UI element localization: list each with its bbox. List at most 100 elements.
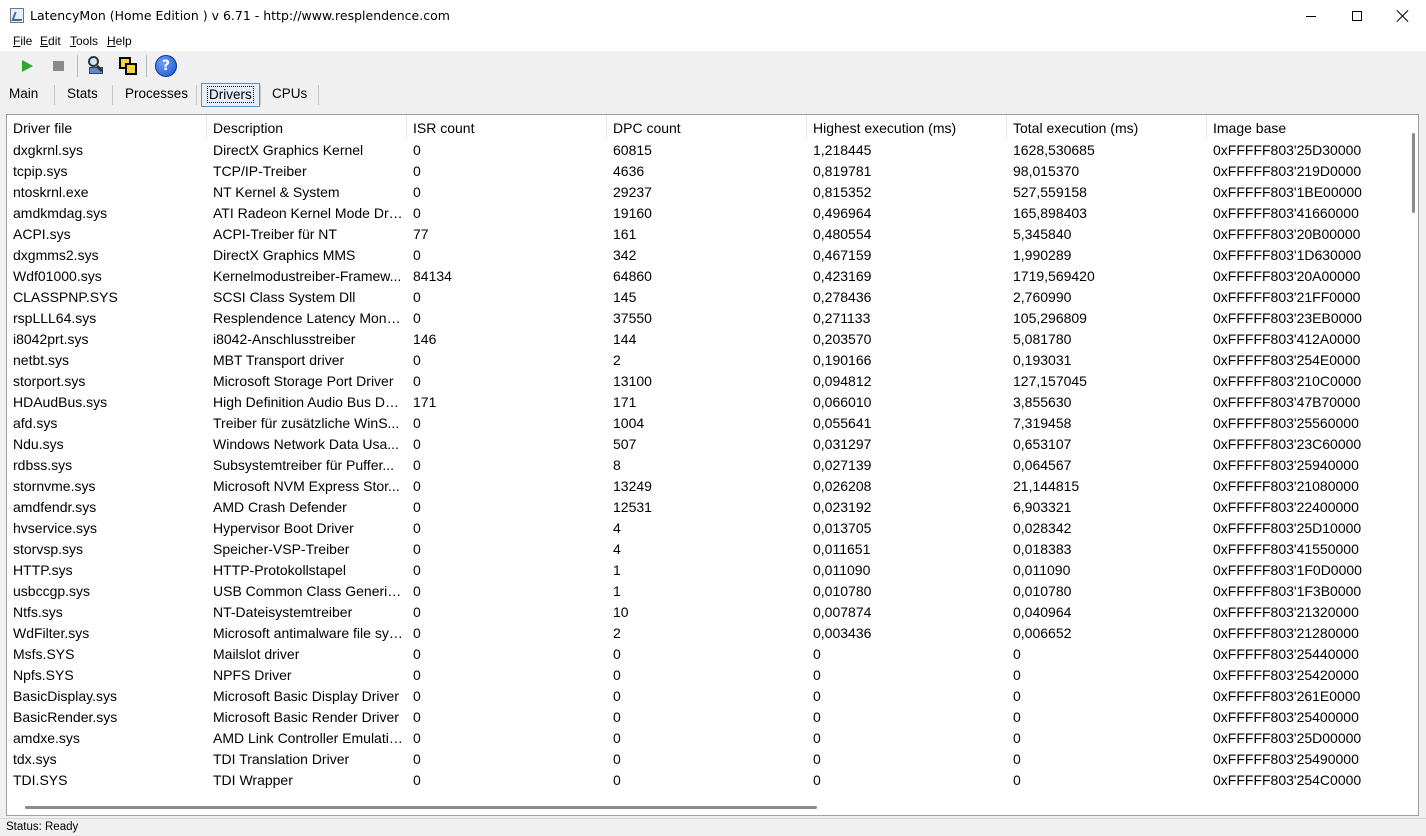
table-row[interactable]: rspLLL64.sys Resplendence Latency Monit..… <box>7 308 1407 329</box>
cell-total-execution: 5,345840 <box>1013 226 1072 242</box>
cell-driver-file: BasicDisplay.sys <box>13 688 117 704</box>
drivers-list[interactable]: Driver file Description ISR count DPC count… <box>6 114 1419 816</box>
table-row[interactable]: TDI.SYS TDI Wrapper 0 0 0 0 0xFFFFF803'254C000… <box>7 770 1407 791</box>
cell-isr-count: 0 <box>413 730 421 746</box>
cell-dpc-count: 1 <box>613 583 621 599</box>
cell-image-base: 0xFFFFF803'41550000 <box>1213 541 1359 557</box>
cell-driver-file: WdFilter.sys <box>13 625 90 641</box>
table-row[interactable]: amdxe.sys AMD Link Controller Emulation 0 0… <box>7 728 1407 749</box>
table-row[interactable]: tcpip.sys TCP/IP-Treiber 0 4636 0,819781 98,0… <box>7 161 1407 182</box>
cell-total-execution: 0 <box>1013 751 1021 767</box>
table-row[interactable]: amdkmdag.sys ATI Radeon Kernel Mode Dri..… <box>7 203 1407 224</box>
column-header-driver-file[interactable]: Driver file <box>7 115 207 139</box>
table-row[interactable]: BasicDisplay.sys Microsoft Basic Display … <box>7 686 1407 707</box>
tab-cpus[interactable]: CPUs <box>267 83 312 107</box>
help-button[interactable]: ? <box>154 54 178 78</box>
find-driver-button[interactable] <box>84 54 108 78</box>
table-row[interactable]: hvservice.sys Hypervisor Boot Driver 0 4 0,0… <box>7 518 1407 539</box>
windows-button[interactable] <box>116 54 140 78</box>
table-row[interactable]: dxgmms2.sys DirectX Graphics MMS 0 342 0,467… <box>7 245 1407 266</box>
table-row[interactable]: ACPI.sys ACPI-Treiber für NT 77 161 0,480554… <box>7 224 1407 245</box>
start-button[interactable] <box>14 54 38 78</box>
cell-description: AMD Link Controller Emulation <box>213 730 405 746</box>
column-header-description[interactable]: Description <box>207 115 407 139</box>
tab-stats[interactable]: Stats <box>62 83 103 107</box>
table-row[interactable]: BasicRender.sys Microsoft Basic Render Dr… <box>7 707 1407 728</box>
table-row[interactable]: storvsp.sys Speicher-VSP-Treiber 0 4 0,01165… <box>7 539 1407 560</box>
table-body: dxgkrnl.sys DirectX Graphics Kernel 0 60815… <box>7 140 1407 791</box>
table-row[interactable]: amdfendr.sys AMD Crash Defender 0 12531 0,02… <box>7 497 1407 518</box>
vertical-scroll-thumb[interactable] <box>1412 133 1415 213</box>
column-header-isr-count[interactable]: ISR count <box>407 115 607 139</box>
table-row[interactable]: Msfs.SYS Mailslot driver 0 0 0 0 0xFFFFF803'25… <box>7 644 1407 665</box>
cell-isr-count: 0 <box>413 667 421 683</box>
toolbar-separator <box>146 55 147 77</box>
cell-highest-execution: 0,066010 <box>813 394 872 410</box>
table-row[interactable]: Wdf01000.sys Kernelmodustreiber-Framew...… <box>7 266 1407 287</box>
cell-description: MBT Transport driver <box>213 352 345 368</box>
menu-help[interactable]: Help <box>107 34 132 48</box>
cell-image-base: 0xFFFFF803'21FF0000 <box>1213 289 1361 305</box>
close-button[interactable] <box>1380 0 1426 32</box>
cell-description: Microsoft NVM Express Stor... <box>213 478 400 494</box>
tab-processes[interactable]: Processes <box>120 83 193 107</box>
table-row[interactable]: Ndu.sys Windows Network Data Usa... 0 507 0,… <box>7 434 1407 455</box>
table-row[interactable]: i8042prt.sys i8042-Anschlusstreiber 146 144… <box>7 329 1407 350</box>
cell-image-base: 0xFFFFF803'41660000 <box>1213 205 1359 221</box>
minimize-button[interactable] <box>1288 0 1334 32</box>
table-row[interactable]: usbccgp.sys USB Common Class Generic ... 0… <box>7 581 1407 602</box>
cell-dpc-count: 0 <box>613 688 621 704</box>
menu-edit[interactable]: Edit <box>40 34 61 48</box>
cell-highest-execution: 0,203570 <box>813 331 872 347</box>
play-icon <box>21 60 33 72</box>
column-header-highest-execution[interactable]: Highest execution (ms) <box>807 115 1007 139</box>
table-row[interactable]: netbt.sys MBT Transport driver 0 2 0,190166 0… <box>7 350 1407 371</box>
cell-description: HTTP-Protokollstapel <box>213 562 347 578</box>
cell-total-execution: 0 <box>1013 646 1021 662</box>
horizontal-scrollbar[interactable] <box>7 801 1407 815</box>
table-row[interactable]: dxgkrnl.sys DirectX Graphics Kernel 0 60815… <box>7 140 1407 161</box>
cell-driver-file: Msfs.SYS <box>13 646 75 662</box>
vertical-scrollbar[interactable] <box>1406 115 1418 795</box>
table-row[interactable]: CLASSPNP.SYS SCSI Class System Dll 0 145 0,2… <box>7 287 1407 308</box>
cell-total-execution: 165,898403 <box>1013 205 1087 221</box>
cell-driver-file: i8042prt.sys <box>13 331 89 347</box>
table-row[interactable]: WdFilter.sys Microsoft antimalware file s… <box>7 623 1407 644</box>
cell-highest-execution: 0 <box>813 730 821 746</box>
horizontal-scroll-thumb[interactable] <box>25 806 817 809</box>
stop-button[interactable] <box>46 54 70 78</box>
table-row[interactable]: Npfs.SYS NPFS Driver 0 0 0 0 0xFFFFF803'254200… <box>7 665 1407 686</box>
minimize-icon <box>1306 15 1316 17</box>
table-row[interactable]: tdx.sys TDI Translation Driver 0 0 0 0 0xFFFFF… <box>7 749 1407 770</box>
column-header-dpc-count[interactable]: DPC count <box>607 115 807 139</box>
cell-isr-count: 0 <box>413 646 421 662</box>
cell-total-execution: 5,081780 <box>1013 331 1072 347</box>
table-row[interactable]: Ntfs.sys NT-Dateisystemtreiber 0 10 0,007874… <box>7 602 1407 623</box>
table-row[interactable]: afd.sys Treiber für zusätzliche WinS... 0 1… <box>7 413 1407 434</box>
table-row[interactable]: stornvme.sys Microsoft NVM Express Stor..… <box>7 476 1407 497</box>
table-row[interactable]: HTTP.sys HTTP-Protokollstapel 0 1 0,011090 0,… <box>7 560 1407 581</box>
column-header-image-base[interactable]: Image base <box>1207 115 1407 139</box>
tab-drivers[interactable]: Drivers <box>201 83 260 107</box>
cell-highest-execution: 0,094812 <box>813 373 872 389</box>
cell-dpc-count: 37550 <box>613 310 652 326</box>
table-row[interactable]: rdbss.sys Subsystemtreiber für Puffer... 0… <box>7 455 1407 476</box>
cell-image-base: 0xFFFFF803'22400000 <box>1213 499 1359 515</box>
column-header-total-execution[interactable]: Total execution (ms) <box>1007 115 1207 139</box>
tab-main[interactable]: Main <box>4 83 43 107</box>
cell-highest-execution: 0,819781 <box>813 163 872 179</box>
table-row[interactable]: ntoskrnl.exe NT Kernel & System 0 29237 0,81… <box>7 182 1407 203</box>
cell-image-base: 0xFFFFF803'1BE00000 <box>1213 184 1362 200</box>
cell-description: TDI Wrapper <box>213 772 293 788</box>
cell-dpc-count: 64860 <box>613 268 652 284</box>
cell-image-base: 0xFFFFF803'21280000 <box>1213 625 1359 641</box>
menu-file[interactable]: File <box>13 34 32 48</box>
menu-tools[interactable]: Tools <box>70 34 98 48</box>
cell-total-execution: 0,193031 <box>1013 352 1072 368</box>
toolbar: ? <box>0 51 1426 82</box>
cell-image-base: 0xFFFFF803'254E0000 <box>1213 352 1361 368</box>
maximize-button[interactable] <box>1334 0 1380 32</box>
table-row[interactable]: storport.sys Microsoft Storage Port Drive… <box>7 371 1407 392</box>
cell-description: NT-Dateisystemtreiber <box>213 604 353 620</box>
table-row[interactable]: HDAudBus.sys High Definition Audio Bus Dr… <box>7 392 1407 413</box>
